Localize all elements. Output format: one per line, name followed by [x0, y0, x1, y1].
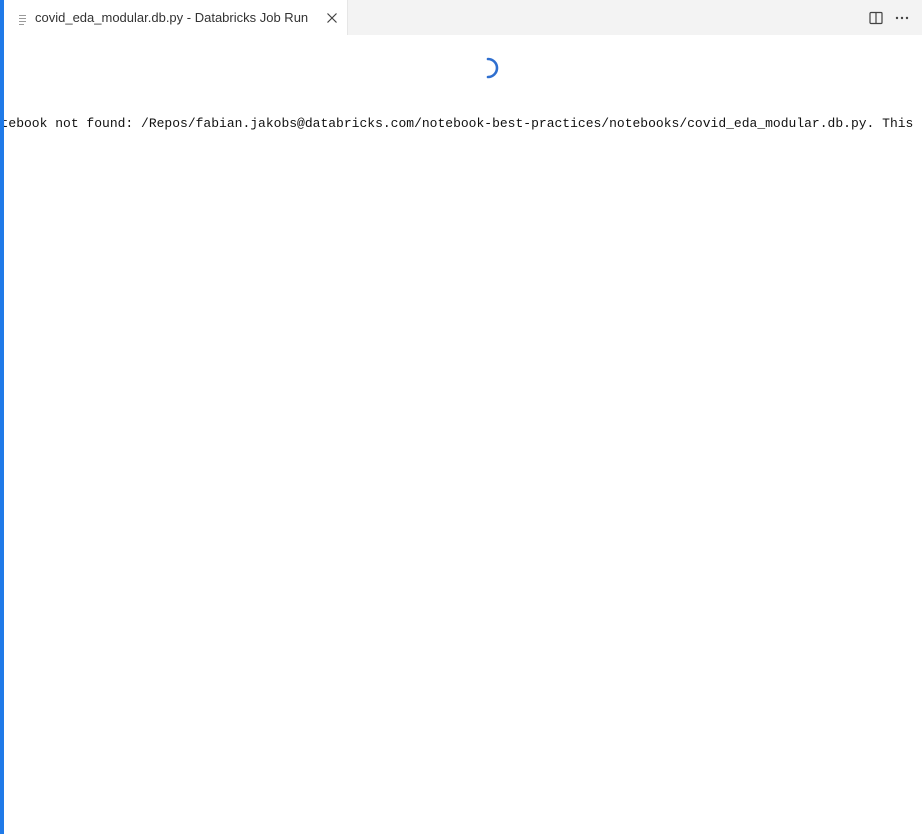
editor-window: covid_eda_modular.db.py - Databricks Job…: [0, 0, 922, 834]
error-message: Notebook not found: /Repos/fabian.jakobs…: [4, 116, 922, 132]
close-icon[interactable]: [324, 10, 340, 26]
more-actions-icon[interactable]: [892, 8, 912, 28]
file-lines-icon: [18, 12, 28, 25]
tab-job-run[interactable]: covid_eda_modular.db.py - Databricks Job…: [4, 0, 348, 35]
tab-title: covid_eda_modular.db.py - Databricks Job…: [35, 10, 309, 25]
error-message-text: Notebook not found: /Repos/fabian.jakobs…: [4, 116, 914, 131]
split-editor-icon[interactable]: [866, 8, 886, 28]
tab-bar: covid_eda_modular.db.py - Databricks Job…: [4, 0, 922, 35]
loading-spinner-icon: [477, 57, 499, 79]
